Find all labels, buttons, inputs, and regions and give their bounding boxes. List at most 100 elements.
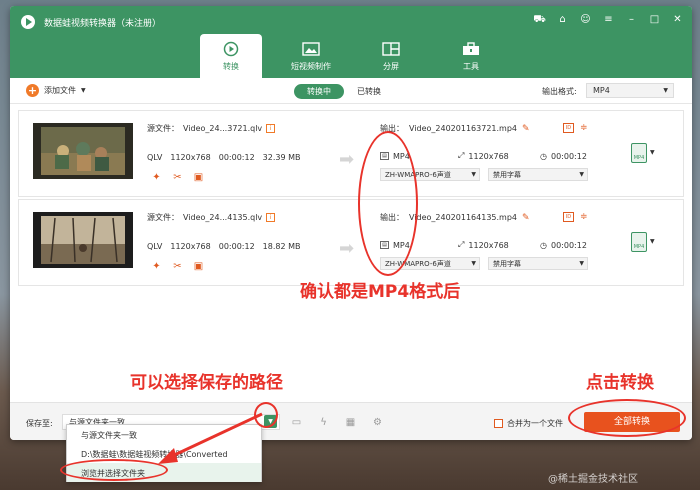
video-thumbnail[interactable]: [33, 212, 133, 268]
chevron-down-icon[interactable]: ▼: [650, 238, 655, 245]
gear-icon[interactable]: ⚙: [371, 416, 384, 429]
source-duration: 00:00:12: [218, 153, 255, 162]
converting-tab[interactable]: 转换中: [294, 84, 344, 99]
source-filename: Video_24...4135.qlv: [183, 213, 263, 222]
app-logo-icon: [21, 15, 35, 29]
watermark: @稀土掘金技术社区: [548, 474, 638, 485]
output-format-label: 输出格式:: [542, 87, 577, 96]
close-icon[interactable]: ✕: [671, 13, 684, 26]
status-segment: 转换中 已转换: [294, 84, 394, 99]
output-filename: Video_240201164135.mp4: [409, 213, 517, 222]
menu-icon[interactable]: ≡: [602, 13, 615, 26]
output-format-select[interactable]: MP4 ▼: [586, 83, 674, 98]
output-duration: 00:00:12: [550, 151, 587, 161]
source-size: 32.39 MB: [262, 153, 301, 162]
convert-icon: [223, 41, 239, 57]
source-info: 源文件： Video_24...4135.qlv i: [147, 212, 276, 223]
hardware-accel-icon[interactable]: ϟ: [317, 416, 330, 429]
magic-wand-icon[interactable]: ✦: [151, 261, 162, 272]
settings-sliders-icon[interactable]: ≑: [580, 212, 588, 222]
source-resolution: 1120x768: [170, 242, 211, 251]
source-meta: QLV 1120x768 00:00:12 32.39 MB: [147, 153, 301, 162]
enhance-icon[interactable]: ▣: [193, 172, 204, 183]
highlight-ellipse: [358, 131, 418, 276]
split-screen-icon: [382, 42, 400, 56]
window-controls: ⛟ ⌂ ☺ ≡ – □ ✕: [533, 13, 684, 26]
subtitle-select[interactable]: 禁用字幕 ▼: [488, 168, 588, 181]
annotation-click-convert: 点击转换: [586, 373, 654, 393]
info-icon[interactable]: i: [266, 124, 276, 133]
chevron-down-icon: ▼: [471, 171, 476, 178]
save-to-label: 保存至:: [26, 419, 53, 428]
chevron-down-icon: ▼: [663, 87, 668, 94]
subtitle-value: 禁用字幕: [493, 171, 521, 179]
annotation-arrow: [158, 412, 263, 464]
info-card-icon[interactable]: ID: [563, 212, 574, 222]
source-resolution: 1120x768: [170, 153, 211, 162]
edit-actions: ✦ ✂ ▣: [151, 261, 204, 272]
tab-tools[interactable]: 工具: [440, 34, 502, 78]
expand-icon: ⤢: [458, 240, 465, 249]
tab-split-screen-label: 分屏: [383, 62, 399, 71]
edit-pencil-icon[interactable]: ✎: [522, 124, 530, 134]
clock-icon: ◷: [540, 240, 547, 250]
format-button-label: MP4: [633, 244, 645, 250]
folder-icon[interactable]: ▭: [290, 416, 303, 429]
merge-checkbox[interactable]: [494, 419, 503, 428]
plus-icon: +: [26, 84, 39, 97]
info-icon[interactable]: i: [266, 213, 276, 222]
toolbox-icon: [463, 42, 479, 55]
info-card-icon[interactable]: ID: [563, 123, 574, 133]
chevron-down-icon[interactable]: ▼: [650, 149, 655, 156]
source-duration: 00:00:12: [218, 242, 255, 251]
magic-wand-icon[interactable]: ✦: [151, 172, 162, 183]
chevron-down-icon: ▼: [471, 260, 476, 267]
app-title: 数据蛙视频转换器（未注册）: [44, 19, 162, 29]
gpu-icon[interactable]: ▦: [344, 416, 357, 429]
converted-tab[interactable]: 已转换: [344, 84, 394, 99]
add-file-label: 添加文件: [44, 86, 76, 95]
source-filename: Video_24...3721.qlv: [183, 124, 263, 133]
format-button[interactable]: MP4: [631, 143, 647, 163]
output-filename: Video_240201163721.mp4: [409, 124, 517, 133]
tab-short-video-label: 短视频制作: [291, 62, 331, 71]
format-button[interactable]: MP4: [631, 232, 647, 252]
tab-convert[interactable]: 转换: [200, 34, 262, 78]
scissors-icon[interactable]: ✂: [172, 172, 183, 183]
maximize-icon[interactable]: □: [648, 13, 661, 26]
cart-icon[interactable]: ⛟: [533, 13, 546, 26]
minimize-icon[interactable]: –: [625, 13, 638, 26]
title-bar: 数据蛙视频转换器（未注册） ⛟ ⌂ ☺ ≡ – □ ✕ 转换 短视频制作 分屏: [10, 6, 692, 78]
highlight-ellipse: [568, 399, 686, 437]
output-mini-actions: ID ≑: [563, 212, 588, 222]
tab-convert-label: 转换: [223, 62, 239, 71]
gift-icon[interactable]: ⌂: [556, 13, 569, 26]
settings-sliders-icon[interactable]: ≑: [580, 123, 588, 133]
account-icon[interactable]: ☺: [579, 13, 592, 26]
scissors-icon[interactable]: ✂: [172, 261, 183, 272]
edit-actions: ✦ ✂ ▣: [151, 172, 204, 183]
annotation-confirm-format: 确认都是MP4格式后: [300, 282, 461, 302]
enhance-icon[interactable]: ▣: [193, 261, 204, 272]
output-format-value: MP4: [593, 86, 610, 95]
toolbar: + 添加文件 ▼ 转换中 已转换 输出格式: MP4 ▼: [10, 78, 692, 104]
chevron-down-icon: ▼: [579, 260, 584, 267]
edit-pencil-icon[interactable]: ✎: [522, 213, 530, 223]
source-label: 源文件：: [147, 213, 179, 222]
bottom-tools: ▭ ϟ ▦ ⚙: [290, 416, 384, 429]
file-row: 源文件： Video_24...3721.qlv i QLV 1120x768 …: [18, 110, 684, 197]
format-button-label: MP4: [633, 155, 645, 161]
tab-split-screen[interactable]: 分屏: [360, 34, 422, 78]
subtitle-value: 禁用字幕: [493, 260, 521, 268]
source-meta: QLV 1120x768 00:00:12 18.82 MB: [147, 242, 301, 251]
add-file-button[interactable]: + 添加文件 ▼: [26, 84, 86, 97]
output-info: 输出： Video_240201163721.mp4 ✎: [380, 123, 530, 134]
source-info: 源文件： Video_24...3721.qlv i: [147, 123, 276, 134]
file-row: 源文件： Video_24...4135.qlv i QLV 1120x768 …: [18, 199, 684, 286]
merge-option[interactable]: 合并为一个文件: [494, 418, 563, 429]
subtitle-select[interactable]: 禁用字幕 ▼: [488, 257, 588, 270]
output-duration: 00:00:12: [550, 240, 587, 250]
tab-short-video[interactable]: 短视频制作: [280, 34, 342, 78]
video-thumbnail[interactable]: [33, 123, 133, 179]
chevron-down-icon[interactable]: ▼: [81, 87, 86, 94]
